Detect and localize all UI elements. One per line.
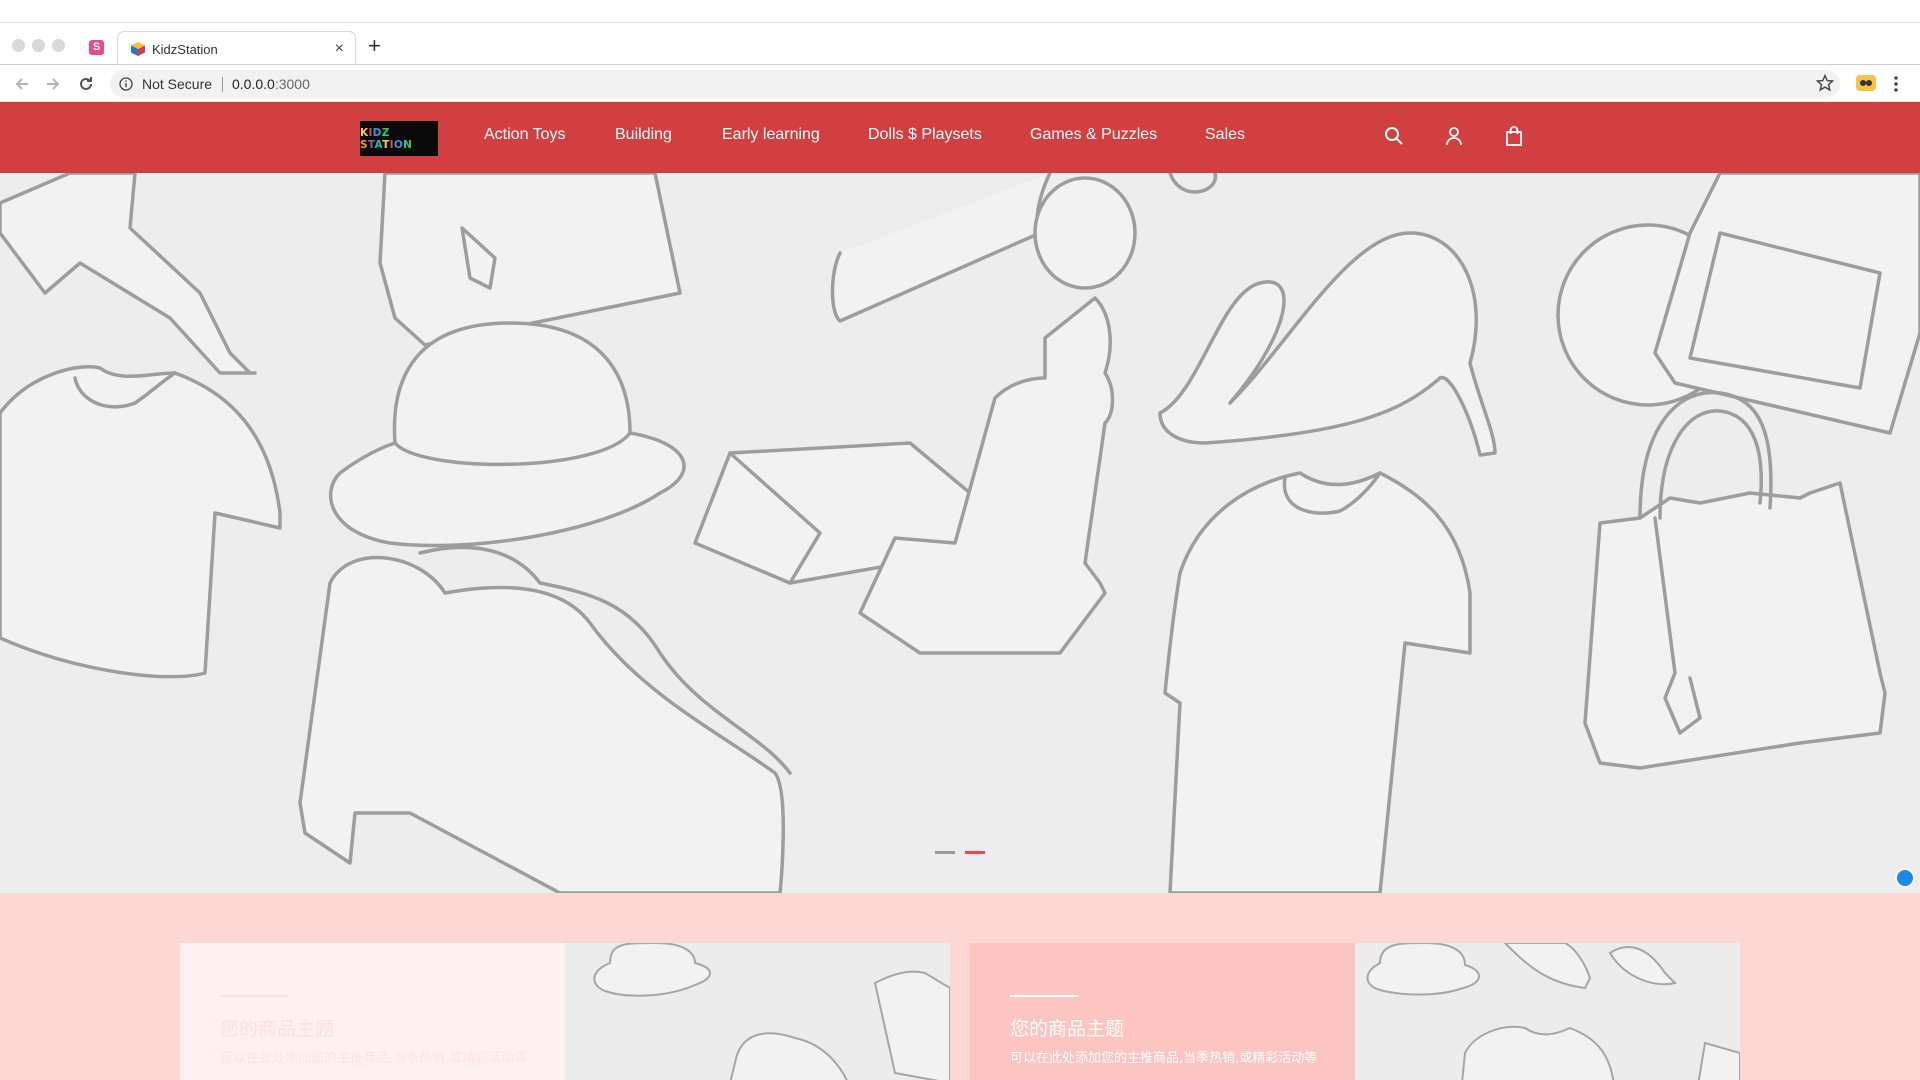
pinned-tab[interactable]: S	[89, 40, 104, 55]
security-status: Not Secure	[142, 76, 213, 92]
window-top-strip	[0, 0, 1920, 22]
site-header: KIDZ STATION Action Toys Building Early …	[0, 102, 1920, 173]
promo-card-1[interactable]: 您的商品主题 可以在此处添加您的主推商品,当季热销,或精彩活动等	[180, 943, 565, 1080]
browser-tab-active[interactable]: KidzStation ×	[117, 31, 356, 65]
window-maximize-button[interactable]	[52, 39, 65, 52]
logo-text: KIDZ STATION	[360, 126, 413, 151]
info-icon[interactable]	[119, 77, 133, 91]
hero-banner[interactable]	[0, 173, 1920, 893]
close-icon[interactable]: ×	[335, 40, 344, 58]
bookmark-star-icon[interactable]	[1816, 74, 1834, 92]
search-icon[interactable]	[1383, 125, 1405, 147]
shopping-bag-icon[interactable]	[1503, 125, 1525, 147]
promo-card-2-image[interactable]	[1355, 943, 1740, 1080]
chat-widget-icon[interactable]	[1895, 868, 1915, 888]
browser-toolbar: Not Secure 0.0.0.0:3000	[0, 64, 1920, 102]
forward-arrow-icon[interactable]	[43, 74, 63, 94]
site-logo[interactable]: KIDZ STATION	[360, 121, 438, 156]
address-bar[interactable]: Not Secure 0.0.0.0:3000	[110, 70, 1840, 98]
window-close-button[interactable]	[12, 39, 25, 52]
cube-icon	[131, 42, 145, 56]
nav-sales[interactable]: Sales	[1205, 126, 1245, 144]
promo-card-1-image[interactable]	[565, 943, 950, 1080]
window-minimize-button[interactable]	[32, 39, 45, 52]
card-title: 您的商品主题	[1010, 1018, 1125, 1040]
card-description: 可以在此处添加您的主推商品,当季热销,或精彩活动等	[220, 1051, 528, 1066]
browser-tab-bar: S KidzStation × +	[0, 22, 1920, 65]
user-icon[interactable]	[1443, 125, 1465, 147]
card-divider	[1010, 995, 1078, 997]
promo-illustration	[1366, 943, 1740, 1080]
nav-dolls-playsets[interactable]: Dolls $ Playsets	[868, 126, 982, 144]
carousel-indicators	[935, 851, 985, 857]
nav-games-puzzles[interactable]: Games & Puzzles	[1030, 126, 1157, 144]
card-description: 可以在此处添加您的主推商品,当季热销,或精彩活动等	[1010, 1051, 1318, 1066]
promo-section: 您的商品主题 可以在此处添加您的主推商品,当季热销,或精彩活动等 您的商品主题 …	[0, 893, 1920, 1080]
nav-action-toys[interactable]: Action Toys	[484, 126, 566, 144]
nav-building[interactable]: Building	[615, 126, 672, 144]
nav-early-learning[interactable]: Early learning	[722, 126, 820, 144]
tab-title: KidzStation	[152, 42, 218, 57]
carousel-dot-1[interactable]	[935, 851, 955, 854]
promo-card-2[interactable]: 您的商品主题 可以在此处添加您的主推商品,当季热销,或精彩活动等	[970, 943, 1355, 1080]
browser-menu-icon[interactable]	[1893, 74, 1899, 94]
url-text: 0.0.0.0:3000	[232, 76, 310, 92]
card-title: 您的商品主题	[220, 1018, 335, 1040]
new-tab-button[interactable]: +	[368, 35, 381, 57]
divider	[222, 77, 223, 92]
card-divider	[220, 995, 288, 997]
back-arrow-icon[interactable]	[12, 74, 32, 94]
extension-icon[interactable]	[1856, 75, 1876, 91]
reload-icon[interactable]	[76, 74, 96, 94]
promo-illustration	[593, 943, 950, 1080]
hero-illustration	[0, 173, 1920, 893]
carousel-dot-2-active[interactable]	[965, 851, 985, 854]
